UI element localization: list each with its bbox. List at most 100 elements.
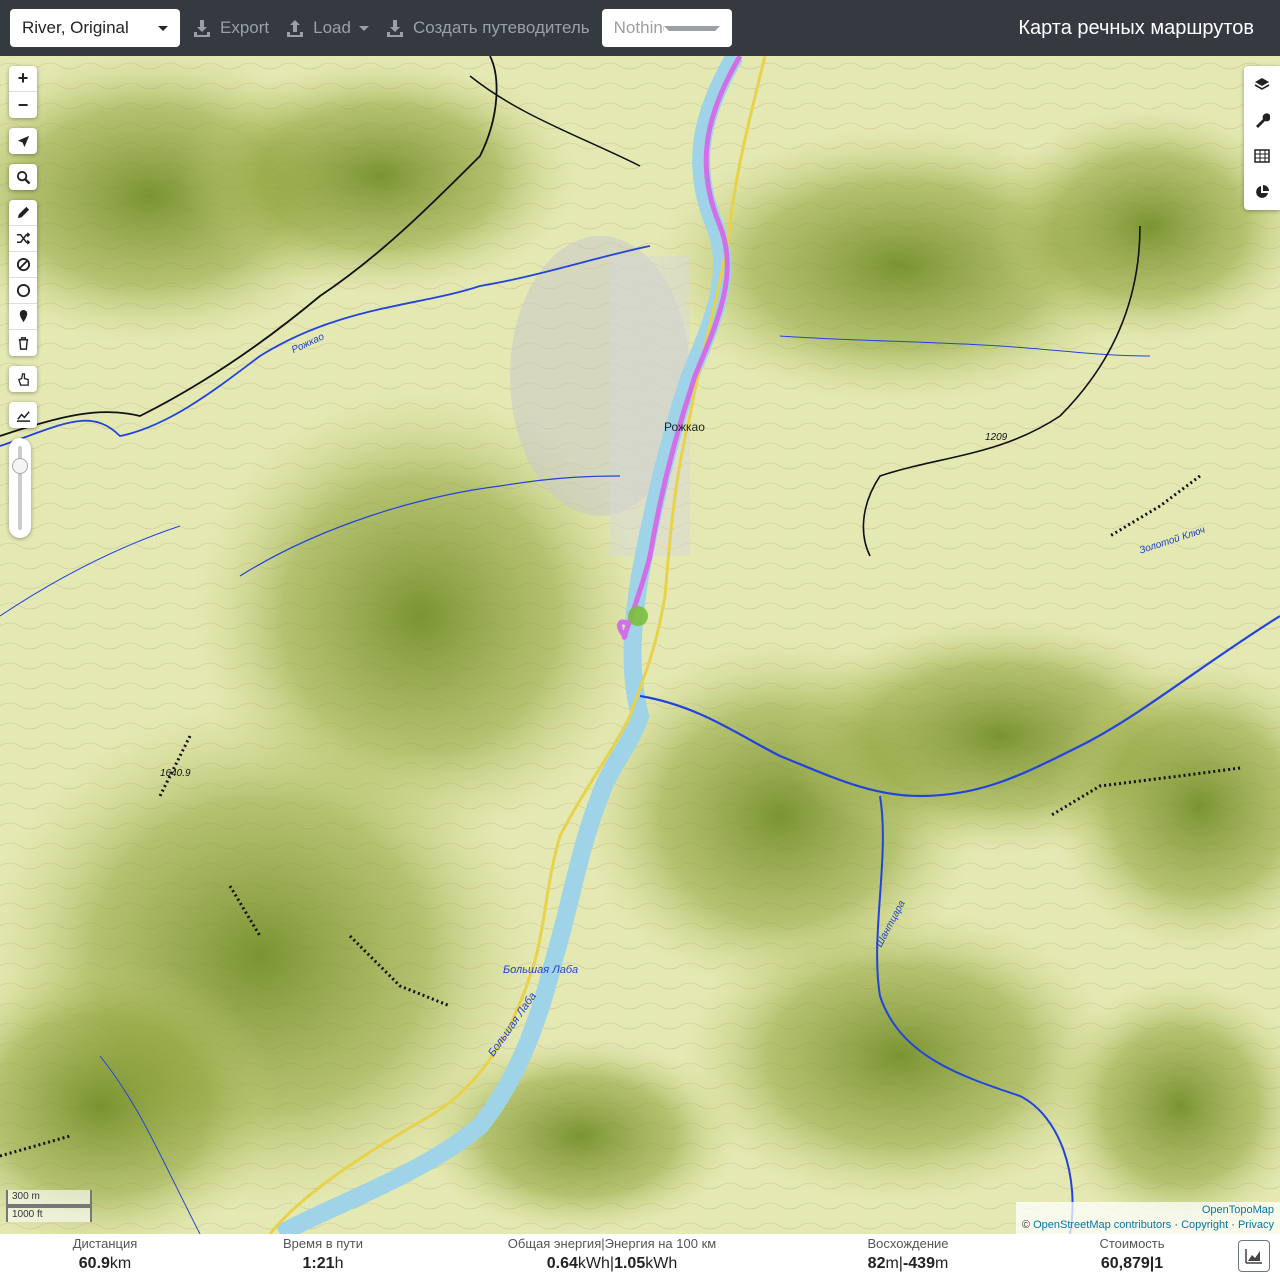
zoom-out-button[interactable]: − <box>9 92 37 118</box>
draw-toolbar <box>9 200 37 356</box>
search-icon <box>16 170 30 184</box>
search-button[interactable] <box>9 164 37 190</box>
stat-value: 0.64 <box>546 1255 578 1272</box>
river-label: Большая Лаба <box>503 964 579 976</box>
map-canvas[interactable]: Рожкао Большая Лаба Большая Лаба Рожкао … <box>0 56 1280 1234</box>
stat-label: Общая энергия|Энергия на 100 км <box>507 1236 717 1251</box>
topo-map-tiles <box>0 56 1280 1234</box>
line-chart-icon <box>16 410 30 422</box>
no-go-area-button[interactable] <box>9 252 37 278</box>
reverse-route-button[interactable] <box>9 226 37 252</box>
stat-energy: Общая энергия|Энергия на 100 км 0.64kWh|… <box>504 1236 720 1273</box>
stat-label: Дистанция <box>72 1236 138 1251</box>
map-marker-icon <box>19 309 27 323</box>
table-icon <box>1254 149 1270 163</box>
map-scale: 300 m 1000 ft <box>6 1190 92 1222</box>
opacity-slider[interactable] <box>9 438 31 538</box>
chevron-down-icon <box>664 25 720 31</box>
top-navbar: River, Original Export Load Создать путе… <box>0 0 1280 56</box>
ban-icon <box>16 257 30 272</box>
stat-value: 60.9 <box>78 1255 110 1272</box>
wrench-icon <box>1256 113 1270 128</box>
export-label: Export <box>220 18 270 37</box>
profile-select-value: River, Original <box>22 18 129 37</box>
stat-value: 60,879|1 <box>1100 1255 1164 1272</box>
scale-metric: 300 m <box>6 1190 92 1206</box>
zoom-in-label: + <box>17 68 29 88</box>
circle-icon <box>16 283 30 298</box>
download-icon <box>194 20 210 37</box>
stat-cost: Стоимость 60,879|1 <box>1094 1236 1170 1273</box>
route-select[interactable]: Nothing selected <box>601 9 732 47</box>
upload-icon <box>287 20 304 37</box>
slider-knob[interactable] <box>12 458 28 474</box>
copyright-link[interactable]: Copyright <box>1181 1219 1228 1231</box>
search-control <box>9 164 37 190</box>
layers-icon <box>1254 78 1270 90</box>
table-button[interactable] <box>1244 138 1280 174</box>
load-button[interactable]: Load <box>281 9 373 47</box>
stat-distance: Дистанция 60.9km <box>72 1236 138 1273</box>
waypoint-control <box>9 366 37 392</box>
scale-imperial: 1000 ft <box>6 1206 92 1222</box>
chevron-down-icon <box>158 25 168 31</box>
stat-value: 1.05 <box>614 1255 646 1272</box>
location-arrow-icon <box>17 135 29 147</box>
stat-unit: h <box>334 1255 344 1272</box>
export-button[interactable]: Export <box>188 9 273 47</box>
right-map-controls <box>1244 66 1280 210</box>
zoom-control: + − <box>9 66 37 118</box>
download-icon <box>386 20 403 37</box>
map-attribution: OpenTopoMap © OpenStreetMap contributors… <box>1015 1202 1280 1234</box>
elevation-profile-button[interactable] <box>1238 1240 1270 1272</box>
pencil-icon <box>17 206 29 219</box>
draw-route-button[interactable] <box>9 200 37 226</box>
peak-label: 1640.9 <box>160 768 191 779</box>
stat-unit: km <box>109 1255 132 1272</box>
create-guide-label: Создать путеводитель <box>412 18 590 37</box>
locate-control <box>9 128 37 154</box>
stat-value: 82 <box>867 1255 886 1272</box>
stat-ascent: Восхождение 82m|-439m <box>860 1236 956 1273</box>
attribution-separator: · <box>1174 1219 1178 1231</box>
create-guide-button[interactable]: Создать путеводитель <box>381 9 594 47</box>
area-chart-icon <box>1245 1249 1262 1264</box>
poi-button[interactable] <box>9 304 37 330</box>
stat-unit: m <box>934 1255 949 1272</box>
delete-route-button[interactable] <box>9 330 37 356</box>
privacy-link[interactable]: Privacy <box>1238 1219 1274 1231</box>
elevation-control <box>9 402 37 428</box>
chevron-down-icon <box>358 25 369 31</box>
stat-label: Время в пути <box>283 1236 363 1251</box>
profile-select[interactable]: River, Original <box>10 9 180 47</box>
village-label: Рожкао <box>664 420 705 434</box>
stat-value: 1:21 <box>302 1255 335 1272</box>
stat-unit: kWh <box>645 1255 678 1272</box>
locate-button[interactable] <box>9 128 37 154</box>
attribution-separator: · <box>1231 1219 1235 1231</box>
pie-chart-icon <box>1256 185 1269 198</box>
copyright-symbol: © <box>1021 1219 1031 1231</box>
layers-button[interactable] <box>1244 66 1280 102</box>
circle-button[interactable] <box>9 278 37 304</box>
shuffle-icon <box>16 232 30 245</box>
peak-label: 1209 <box>985 432 1008 443</box>
load-label: Load <box>313 18 351 37</box>
stat-unit: m <box>885 1255 899 1272</box>
route-stats-bar: Дистанция 60.9km Время в пути 1:21h Обща… <box>0 1234 1280 1280</box>
elevation-button[interactable] <box>9 402 37 428</box>
stat-label: Восхождение <box>867 1236 949 1251</box>
route-select-placeholder: Nothing selected <box>613 18 665 37</box>
stop-hand-button[interactable] <box>9 366 37 392</box>
zoom-out-label: − <box>17 94 29 115</box>
opentopomap-link[interactable]: OpenTopoMap <box>1202 1204 1274 1216</box>
stat-label: Стоимость <box>1099 1236 1165 1251</box>
stat-value: -439 <box>902 1255 935 1272</box>
hand-icon <box>17 372 29 386</box>
statistics-button[interactable] <box>1244 174 1280 210</box>
osm-link[interactable]: OpenStreetMap contributors <box>1033 1219 1171 1231</box>
stat-time: Время в пути 1:21h <box>280 1236 366 1273</box>
zoom-in-button[interactable]: + <box>9 66 37 92</box>
trash-icon <box>18 336 28 350</box>
settings-button[interactable] <box>1244 102 1280 138</box>
